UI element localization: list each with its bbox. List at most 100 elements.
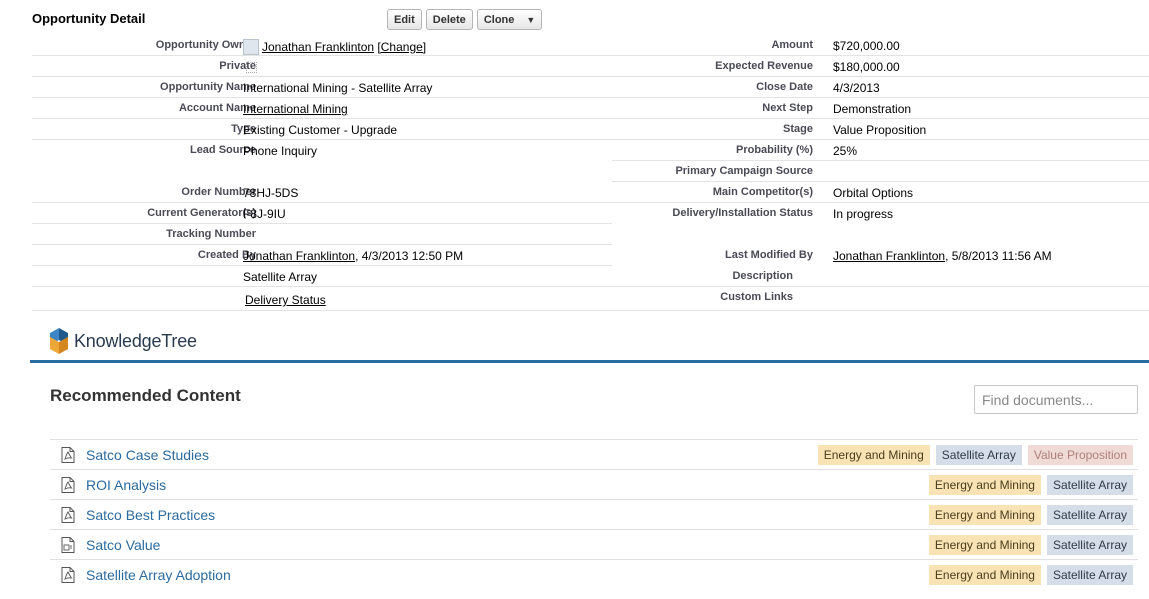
- doc-icon: [61, 537, 75, 553]
- tag-product[interactable]: Satellite Array: [935, 445, 1022, 465]
- detail-row: Opportunity Owner Jonathan Franklinton […: [0, 35, 1149, 56]
- knowledgetree-logo-icon: [50, 328, 68, 354]
- detail-row: Type Existing Customer - Upgrade Stage V…: [0, 119, 1149, 140]
- field-opportunity-owner: Opportunity Owner Jonathan Franklinton […: [32, 35, 612, 56]
- document-link[interactable]: Satellite Array Adoption: [86, 567, 231, 583]
- tag-list: Energy and Mining Satellite Array: [928, 505, 1133, 525]
- search-input[interactable]: [974, 385, 1138, 414]
- field-label: Description: [732, 270, 793, 282]
- page-title: Opportunity Detail: [32, 11, 146, 26]
- delivery-status-link[interactable]: Delivery Status: [245, 293, 326, 307]
- field-amount: Amount $720,000.00: [612, 35, 1149, 56]
- field-value: 25%: [833, 144, 858, 158]
- field-label: Current Generator(s): [147, 207, 256, 219]
- pdf-icon: [61, 477, 75, 493]
- tag-product[interactable]: Satellite Array: [1046, 535, 1133, 555]
- recommended-content-title: Recommended Content: [50, 386, 241, 405]
- field-value: 4/3/2013: [833, 81, 880, 95]
- private-checkbox: [246, 62, 257, 73]
- tag-list: Energy and Mining Satellite Array: [928, 475, 1133, 495]
- field-value: International Mining - Satellite Array: [243, 81, 433, 95]
- detail-row: Opportunity Name International Mining - …: [0, 77, 1149, 98]
- field-label: Next Step: [762, 102, 813, 114]
- field-value: International Mining: [243, 102, 348, 116]
- field-tracking-number: Tracking Number: [32, 224, 612, 245]
- clone-button[interactable]: Clone ▼: [476, 9, 543, 30]
- list-item: ROI Analysis Energy and Mining Satellite…: [50, 470, 1138, 500]
- edit-button[interactable]: Edit: [387, 9, 422, 30]
- field-label: Tracking Number: [166, 228, 256, 240]
- field-next-step: Next Step Demonstration: [612, 98, 1149, 119]
- document-link[interactable]: Satco Best Practices: [86, 507, 215, 523]
- detail-row: Tracking Number: [0, 224, 1149, 245]
- tag-industry[interactable]: Energy and Mining: [928, 505, 1041, 525]
- list-item: Satellite Array Adoption Energy and Mini…: [50, 560, 1138, 590]
- detail-table: Opportunity Owner Jonathan Franklinton […: [0, 35, 1149, 311]
- field-type: Type Existing Customer - Upgrade: [32, 119, 612, 140]
- detail-header: Opportunity Detail Edit Delete Clone ▼: [32, 9, 1142, 31]
- user-avatar-icon: [243, 39, 259, 55]
- document-link[interactable]: ROI Analysis: [86, 477, 166, 493]
- tag-product[interactable]: Satellite Array: [1046, 475, 1133, 495]
- section-divider: [30, 360, 1149, 363]
- field-created-by: Created By Jonathan Franklinton, 4/3/201…: [32, 245, 612, 266]
- tag-stage[interactable]: Value Proposition: [1027, 445, 1133, 465]
- tag-list: Energy and Mining Satellite Array: [928, 535, 1133, 555]
- chevron-down-icon: ▼: [526, 14, 536, 25]
- field-value: F8J-9IU: [243, 207, 286, 221]
- field-probability: Probability (%) 25%: [612, 140, 1149, 161]
- knowledgetree-brand: KnowledgeTree: [50, 327, 197, 355]
- field-account-name: Account Name International Mining: [32, 98, 612, 119]
- field-label: Opportunity Owner: [155, 39, 256, 51]
- detail-row: Order Number 78HJ-5DS Main Competitor(s)…: [0, 182, 1149, 203]
- field-value: Phone Inquiry: [243, 144, 318, 158]
- tag-product[interactable]: Satellite Array: [1046, 565, 1133, 585]
- detail-row: Created By Jonathan Franklinton, 4/3/201…: [0, 245, 1149, 266]
- clone-button-label: Clone: [483, 13, 515, 26]
- detail-row: Primary Campaign Source: [0, 161, 1149, 182]
- owner-link[interactable]: Jonathan Franklinton: [262, 40, 374, 54]
- tag-industry[interactable]: Energy and Mining: [928, 475, 1041, 495]
- change-owner-link[interactable]: [Change]: [377, 40, 426, 54]
- field-current-generators: Current Generator(s) F8J-9IU: [32, 203, 612, 224]
- field-value: [243, 60, 257, 74]
- field-value: Jonathan Franklinton, 5/8/2013 11:56 AM: [833, 249, 1052, 263]
- document-link[interactable]: Satco Value: [86, 537, 160, 553]
- list-item: Satco Case Studies Energy and Mining Sat…: [50, 440, 1138, 470]
- last-modified-by-link[interactable]: Jonathan Franklinton: [833, 249, 945, 263]
- created-by-link[interactable]: Jonathan Franklinton: [243, 249, 355, 263]
- tag-list: Energy and Mining Satellite Array Value …: [817, 445, 1133, 465]
- detail-row: Lead Source Phone Inquiry Probability (%…: [0, 140, 1149, 161]
- field-lead-source: Lead Source Phone Inquiry: [32, 140, 612, 161]
- field-custom-links: Custom Links Delivery Status: [32, 287, 1149, 311]
- detail-row: Description Satellite Array: [0, 266, 1149, 287]
- delete-button[interactable]: Delete: [425, 9, 473, 30]
- tag-industry[interactable]: Energy and Mining: [928, 535, 1041, 555]
- field-label: Primary Campaign Source: [675, 165, 813, 177]
- field-value: Jonathan Franklinton [Change]: [243, 39, 426, 55]
- field-primary-campaign-source: Primary Campaign Source: [612, 161, 1149, 182]
- list-item: Satco Value Energy and Mining Satellite …: [50, 530, 1138, 560]
- tag-product[interactable]: Satellite Array: [1046, 505, 1133, 525]
- field-last-modified-by: Last Modified By Jonathan Franklinton, 5…: [612, 245, 1149, 266]
- tag-industry[interactable]: Energy and Mining: [817, 445, 930, 465]
- created-date: , 4/3/2013 12:50 PM: [355, 249, 464, 263]
- field-label: Close Date: [756, 81, 813, 93]
- field-private: Private: [32, 56, 612, 77]
- account-link[interactable]: International Mining: [243, 102, 348, 116]
- field-value: Demonstration: [833, 102, 912, 116]
- field-main-competitors: Main Competitor(s) Orbital Options: [612, 182, 1149, 203]
- field-value: Value Proposition: [833, 123, 927, 137]
- document-list: Satco Case Studies Energy and Mining Sat…: [50, 439, 1138, 590]
- field-value: $720,000.00: [833, 39, 900, 53]
- detail-row: Custom Links Delivery Status: [0, 287, 1149, 311]
- field-stage: Stage Value Proposition: [612, 119, 1149, 140]
- field-close-date: Close Date 4/3/2013: [612, 77, 1149, 98]
- pdf-icon: [61, 507, 75, 523]
- document-link[interactable]: Satco Case Studies: [86, 447, 209, 463]
- field-order-number: Order Number 78HJ-5DS: [32, 182, 612, 203]
- detail-toolbar: Edit Delete Clone ▼: [387, 9, 543, 30]
- field-label: Main Competitor(s): [712, 186, 813, 198]
- tag-industry[interactable]: Energy and Mining: [928, 565, 1041, 585]
- field-empty: [612, 224, 1149, 245]
